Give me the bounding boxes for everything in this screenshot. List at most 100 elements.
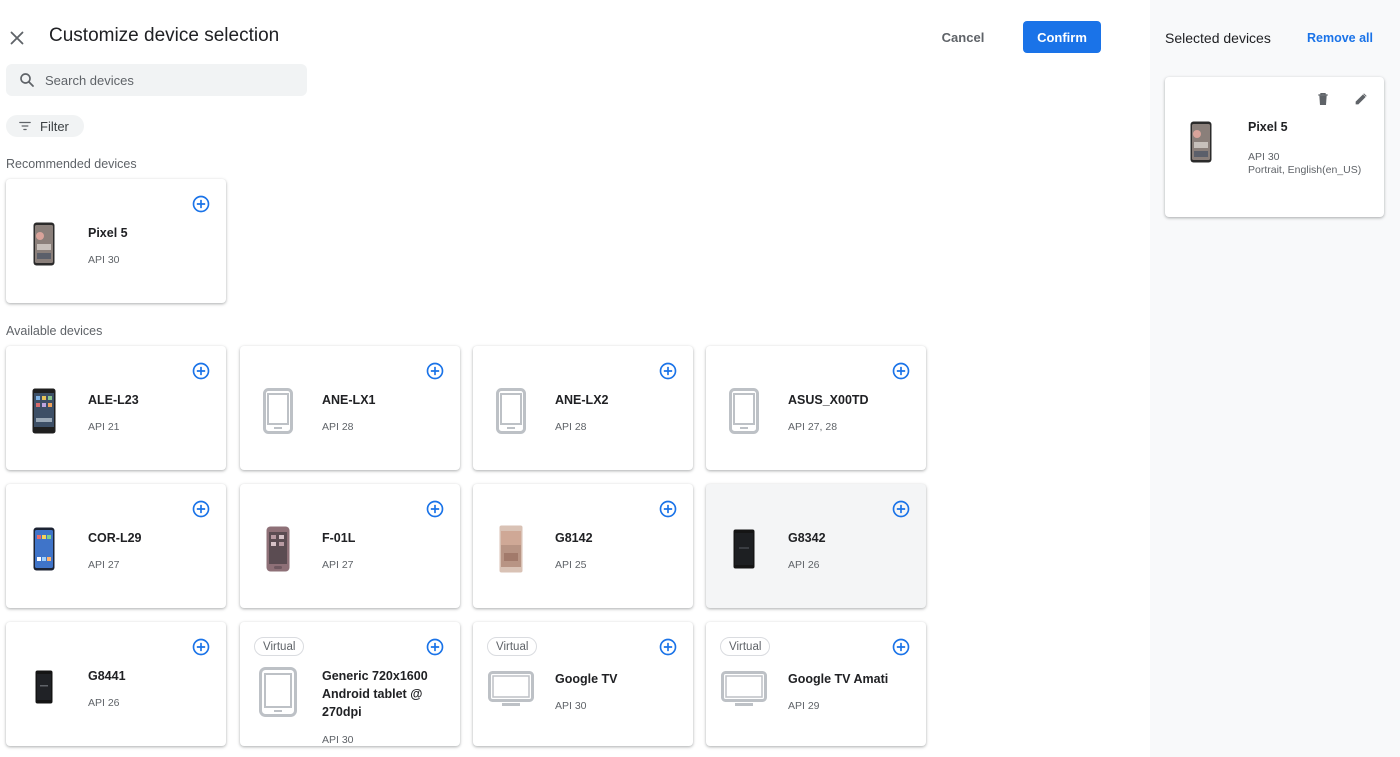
pixel-phone-image (26, 219, 62, 269)
device-selection-main: Customize device selection Cancel Confir… (0, 0, 1150, 757)
add-circle-icon (426, 500, 444, 518)
device-api: API 27 (88, 559, 120, 571)
device-card-ale-l23[interactable]: ALE-L23 API 21 (6, 346, 226, 470)
add-device-button[interactable] (658, 361, 678, 381)
selected-devices-panel: Selected devices Remove all Pixel 5 API … (1150, 0, 1400, 757)
selected-device-name: Pixel 5 (1248, 120, 1288, 134)
search-placeholder: Search devices (45, 72, 134, 88)
edit-button[interactable] (1353, 91, 1369, 107)
tv-icon (488, 670, 534, 710)
confirm-button[interactable]: Confirm (1023, 21, 1101, 53)
page-title: Customize device selection (49, 25, 280, 46)
device-name: G8342 (788, 531, 826, 545)
add-device-button[interactable] (425, 637, 445, 657)
cancel-button[interactable]: Cancel (930, 21, 996, 53)
device-card-f-01l[interactable]: F-01L API 27 (240, 484, 460, 608)
add-device-button[interactable] (191, 194, 211, 214)
device-name: ANE-LX1 (322, 393, 376, 407)
close-icon (10, 31, 24, 45)
device-api: API 25 (555, 559, 587, 571)
add-device-button[interactable] (191, 499, 211, 519)
device-card-g8342[interactable]: G8342 API 26 (706, 484, 926, 608)
generic-phone-icon (726, 386, 762, 436)
available-devices-label: Available devices (6, 324, 103, 338)
device-name: ANE-LX2 (555, 393, 609, 407)
device-name: G8441 (88, 669, 126, 683)
selected-device-card: Pixel 5 API 30 Portrait, English(en_US) (1165, 77, 1384, 217)
device-name: G8142 (555, 531, 593, 545)
delete-button[interactable] (1315, 91, 1331, 107)
device-name: Generic 720x1600 Android tablet @ 270dpi (322, 669, 428, 719)
generic-phone-icon (260, 386, 296, 436)
add-circle-icon (892, 638, 910, 656)
add-circle-icon (892, 362, 910, 380)
generic-phone-icon (493, 386, 529, 436)
add-circle-icon (659, 362, 677, 380)
device-api: API 27 (322, 559, 354, 571)
device-name: ALE-L23 (88, 393, 139, 407)
virtual-badge: Virtual (487, 637, 538, 656)
trash-icon (1318, 93, 1328, 105)
add-circle-icon (192, 638, 210, 656)
device-api: API 27, 28 (788, 421, 838, 433)
device-card-ane-lx2[interactable]: ANE-LX2 API 28 (473, 346, 693, 470)
device-name: ASUS_X00TD (788, 393, 869, 407)
phone-image (26, 524, 62, 574)
device-card-google-tv-amati[interactable]: Virtual Google TV Amati API 29 (706, 622, 926, 746)
phone-image (260, 524, 296, 574)
selected-device-orientation-locale: Portrait, English(en_US) (1248, 164, 1362, 176)
virtual-badge: Virtual (720, 637, 771, 656)
device-api: API 26 (788, 559, 820, 571)
add-device-button[interactable] (658, 499, 678, 519)
add-device-button[interactable] (191, 361, 211, 381)
device-card-generic-tablet[interactable]: Virtual Generic 720x1600 Android tablet … (240, 622, 460, 746)
close-button[interactable] (6, 27, 28, 49)
add-circle-icon (659, 500, 677, 518)
device-card-ane-lx1[interactable]: ANE-LX1 API 28 (240, 346, 460, 470)
add-device-button[interactable] (425, 361, 445, 381)
device-card-cor-l29[interactable]: COR-L29 API 27 (6, 484, 226, 608)
phone-image (493, 524, 529, 574)
device-api: API 21 (88, 421, 120, 433)
selected-device-api: API 30 (1248, 151, 1280, 163)
device-api: API 28 (555, 421, 587, 433)
add-circle-icon (192, 362, 210, 380)
pixel-phone-image (1190, 121, 1214, 163)
add-device-button[interactable] (891, 499, 911, 519)
device-name: Pixel 5 (88, 226, 128, 240)
add-device-button[interactable] (191, 637, 211, 657)
add-circle-icon (192, 500, 210, 518)
device-api: API 26 (88, 697, 120, 709)
device-card-g8441[interactable]: G8441 API 26 (6, 622, 226, 746)
device-api: API 29 (788, 700, 820, 712)
recommended-devices-label: Recommended devices (6, 157, 137, 171)
pencil-icon (1355, 93, 1367, 105)
remove-all-button[interactable]: Remove all (1307, 31, 1373, 45)
device-name: COR-L29 (88, 531, 142, 545)
device-api: API 30 (322, 734, 354, 746)
device-name: F-01L (322, 531, 356, 545)
add-circle-icon (659, 638, 677, 656)
add-device-button[interactable] (891, 361, 911, 381)
add-circle-icon (192, 195, 210, 213)
add-device-button[interactable] (425, 499, 445, 519)
phone-image (726, 524, 762, 574)
device-card-google-tv[interactable]: Virtual Google TV API 30 (473, 622, 693, 746)
virtual-badge: Virtual (254, 637, 305, 656)
device-card-asus-x00td[interactable]: ASUS_X00TD API 27, 28 (706, 346, 926, 470)
tablet-icon (258, 666, 298, 718)
filter-list-icon (19, 121, 31, 131)
device-api: API 30 (88, 254, 120, 266)
device-card-g8142[interactable]: G8142 API 25 (473, 484, 693, 608)
device-card-pixel-5[interactable]: Pixel 5 API 30 (6, 179, 226, 303)
device-api: API 30 (555, 700, 587, 712)
add-device-button[interactable] (658, 637, 678, 657)
filter-button[interactable]: Filter (6, 115, 84, 137)
search-icon (20, 73, 34, 87)
add-circle-icon (426, 362, 444, 380)
search-input[interactable]: Search devices (6, 64, 307, 96)
selected-devices-title: Selected devices (1165, 30, 1271, 46)
add-device-button[interactable] (891, 637, 911, 657)
device-name: Google TV Amati (788, 672, 889, 686)
phone-image (26, 386, 62, 436)
